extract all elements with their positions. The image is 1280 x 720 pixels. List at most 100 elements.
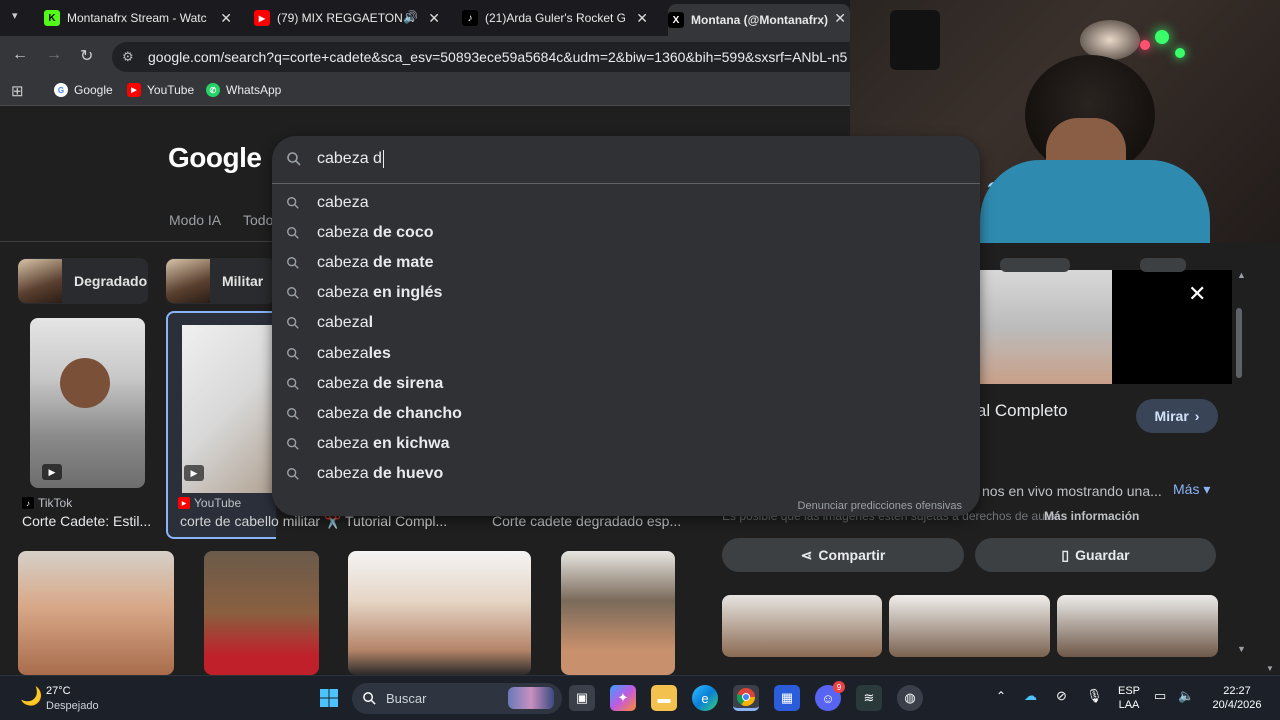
- more-button[interactable]: Más ▾: [1173, 481, 1210, 498]
- tab-youtube-mix[interactable]: ▶ (79) MIX REGGAETON A 🔊 ✕: [254, 4, 440, 32]
- weather-moon-icon[interactable]: 🌙: [20, 686, 42, 707]
- suggestion-item[interactable]: cabeza de huevo: [272, 459, 980, 489]
- result-source[interactable]: ▶ YouTube: [178, 496, 241, 510]
- whatsapp-icon: ✆: [206, 83, 220, 97]
- search-highlight-icon: [508, 687, 554, 709]
- tab-tiktok[interactable]: ♪ (21)Arda Guler's Rocket Goa ✕: [462, 4, 648, 32]
- search-input[interactable]: cabeza d: [317, 150, 384, 168]
- obs-icon[interactable]: ◍: [897, 685, 923, 711]
- suggestion-item[interactable]: cabeza en inglés: [272, 278, 980, 308]
- microphone-icon[interactable]: 🎙: [1086, 688, 1103, 704]
- search-box[interactable]: cabeza d: [272, 136, 980, 184]
- scroll-down-icon[interactable]: ▼: [1237, 644, 1246, 654]
- chip-thumbnail: [18, 259, 62, 303]
- google-logo[interactable]: Google: [168, 142, 262, 174]
- task-view-icon[interactable]: ▣: [569, 685, 595, 711]
- related-image[interactable]: [722, 595, 882, 657]
- more-info-link[interactable]: Más información: [1044, 509, 1139, 523]
- tab-search-icon[interactable]: ▾: [12, 9, 18, 22]
- chip-militar[interactable]: Militar: [166, 258, 276, 304]
- chevron-up-icon[interactable]: ⌃: [996, 689, 1006, 703]
- tab-kick-stream[interactable]: K Montanafrx Stream - Watch ✕: [44, 4, 232, 32]
- text-caret: [382, 150, 384, 168]
- result-source[interactable]: ♪ TikTok: [22, 496, 72, 510]
- search-icon: [287, 377, 299, 390]
- image-result[interactable]: [561, 551, 675, 675]
- image-result[interactable]: [18, 551, 174, 675]
- page-scroll-down-icon[interactable]: ▼: [1266, 664, 1274, 673]
- store-icon[interactable]: ▦: [774, 685, 800, 711]
- suggestion-text: cabeza de coco: [317, 224, 434, 242]
- tab-todo[interactable]: Todo: [243, 212, 273, 228]
- suggestion-text: cabeza de huevo: [317, 464, 444, 482]
- suggestion-item[interactable]: cabeza de chancho: [272, 399, 980, 429]
- onedrive-icon[interactable]: ☁: [1024, 688, 1037, 704]
- image-result[interactable]: [348, 551, 531, 675]
- copilot-icon[interactable]: ✦: [610, 685, 636, 711]
- volume-icon[interactable]: 🔈: [1178, 688, 1194, 704]
- search-icon: [287, 227, 299, 239]
- display-icon[interactable]: ▭: [1154, 688, 1166, 704]
- tab-x-profile[interactable]: X Montana (@Montanafrx) / X ✕: [668, 4, 850, 36]
- back-icon[interactable]: ←: [12, 46, 28, 64]
- thumbnail-strip[interactable]: [1140, 258, 1186, 272]
- close-icon[interactable]: ✕: [636, 10, 648, 27]
- related-image[interactable]: [889, 595, 1050, 657]
- tab-modo-ia[interactable]: Modo IA: [169, 212, 221, 228]
- windows-taskbar: 🌙 27°C Despejado Buscar ▣ ✦ ▬ e ▦ ☺ 9 ≋ …: [0, 675, 1280, 720]
- close-icon[interactable]: ✕: [428, 10, 440, 27]
- address-bar[interactable]: ⚙ google.com/search?q=corte+cadete&sca_e…: [112, 42, 850, 72]
- chevron-right-icon: ›: [1194, 408, 1200, 424]
- language-indicator[interactable]: ESP LAA: [1116, 684, 1142, 712]
- result-caption[interactable]: Corte Cadete: Estil...: [22, 513, 152, 529]
- file-explorer-icon[interactable]: ▬: [651, 685, 677, 711]
- close-icon[interactable]: ✕: [220, 10, 232, 27]
- clock[interactable]: 22:27 20/4/2026: [1206, 684, 1268, 712]
- close-icon[interactable]: ✕: [834, 10, 846, 27]
- youtube-icon: ▶: [178, 497, 190, 509]
- search-icon: [287, 152, 301, 166]
- thumbnail-strip[interactable]: [1000, 258, 1070, 272]
- suggestion-item[interactable]: cabeza de sirena: [272, 369, 980, 399]
- preview-description: nos en vivo mostrando una...: [982, 483, 1162, 499]
- taskbar-search[interactable]: Buscar: [352, 683, 562, 714]
- watch-button[interactable]: Mirar ›: [1136, 399, 1218, 433]
- scrollbar-thumb[interactable]: [1236, 308, 1242, 378]
- bookmark-youtube[interactable]: ▶ YouTube: [127, 83, 194, 97]
- preview-image[interactable]: [980, 270, 1112, 384]
- edge-icon[interactable]: e: [692, 685, 718, 711]
- report-predictions-link[interactable]: Denunciar predicciones ofensivas: [798, 500, 962, 512]
- suggestion-item[interactable]: cabeza de mate: [272, 248, 980, 278]
- discord-icon[interactable]: ☺ 9: [815, 681, 845, 711]
- weather-desc[interactable]: Despejado: [46, 699, 99, 713]
- network-off-icon[interactable]: ⊘: [1056, 688, 1067, 704]
- related-image[interactable]: [1057, 595, 1218, 657]
- play-icon: ▶: [184, 465, 204, 481]
- suggestion-item[interactable]: cabeza de coco: [272, 218, 980, 248]
- app-icon[interactable]: ≋: [856, 685, 882, 711]
- bookmark-whatsapp[interactable]: ✆ WhatsApp: [206, 83, 281, 97]
- bookmark-google[interactable]: G Google: [54, 83, 113, 97]
- share-button[interactable]: ⋖ Compartir: [722, 538, 964, 572]
- close-icon[interactable]: ✕: [1188, 281, 1206, 307]
- suggestion-item[interactable]: cabeza en kichwa: [272, 429, 980, 459]
- image-result[interactable]: ▶: [30, 318, 145, 488]
- suggestion-text: cabezal: [317, 314, 374, 332]
- weather-temp[interactable]: 27°C: [46, 684, 71, 698]
- apps-grid-icon[interactable]: ⊞: [11, 82, 24, 100]
- suggestion-item[interactable]: cabezal: [272, 308, 980, 338]
- suggestion-item[interactable]: cabezales: [272, 339, 980, 369]
- scrollbar[interactable]: ▲ ▼: [1234, 270, 1246, 658]
- chip-degradado[interactable]: Degradado: [18, 258, 148, 304]
- windows-start-icon[interactable]: [316, 685, 342, 711]
- search-icon: [287, 467, 299, 480]
- scroll-up-icon[interactable]: ▲: [1237, 270, 1246, 280]
- save-button[interactable]: ▯ Guardar: [975, 538, 1216, 572]
- suggestion-item[interactable]: cabeza: [272, 188, 980, 218]
- site-info-icon[interactable]: ⚙: [122, 49, 134, 65]
- image-result[interactable]: [204, 551, 319, 675]
- chrome-icon[interactable]: [733, 685, 759, 711]
- forward-icon[interactable]: →: [46, 46, 62, 64]
- reload-icon[interactable]: ↻: [80, 46, 93, 66]
- speaker-icon[interactable]: 🔊: [403, 10, 418, 24]
